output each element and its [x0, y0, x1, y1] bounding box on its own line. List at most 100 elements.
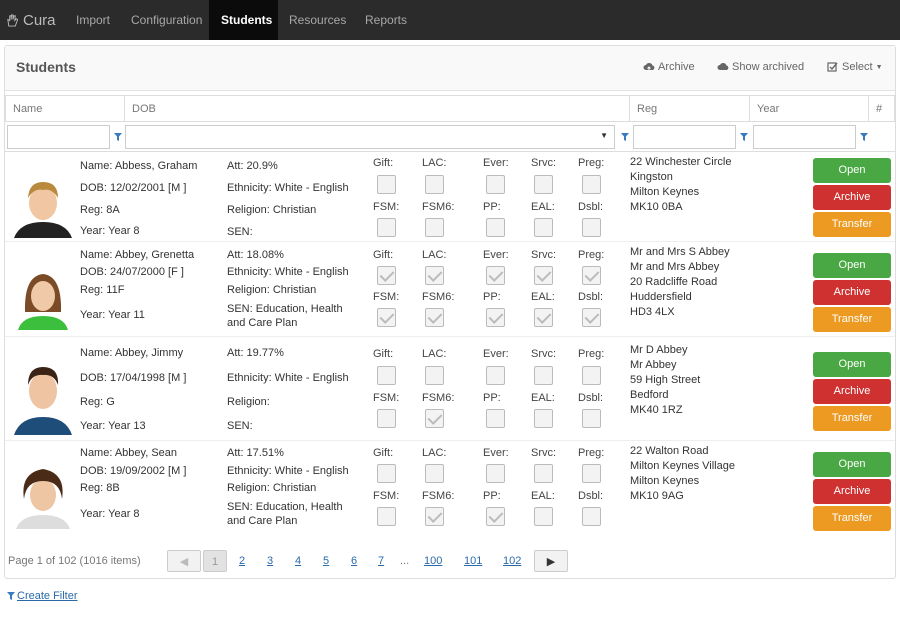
lac-checkbox[interactable] [425, 366, 444, 385]
gift-checkbox[interactable] [377, 175, 396, 194]
fsm6-checkbox[interactable] [425, 308, 444, 327]
brand-logo[interactable]: Cura [6, 0, 56, 40]
filter-icon[interactable] [740, 132, 748, 142]
srvc-checkbox[interactable] [534, 366, 553, 385]
preg-checkbox[interactable] [582, 366, 601, 385]
col-hash[interactable]: # [869, 95, 895, 122]
archive-button[interactable]: Archive [813, 185, 891, 210]
dsbl-checkbox[interactable] [582, 308, 601, 327]
archive-button[interactable]: Archive [813, 479, 891, 504]
col-name[interactable]: Name [5, 95, 125, 122]
eal-checkbox[interactable] [534, 308, 553, 327]
fsm6-checkbox[interactable] [425, 218, 444, 237]
dsbl-checkbox[interactable] [582, 507, 601, 526]
srvc-checkbox[interactable] [534, 464, 553, 483]
preg-checkbox[interactable] [582, 266, 601, 285]
page-5[interactable]: 5 [323, 550, 329, 572]
archive-button[interactable]: Archive [813, 379, 891, 404]
col-year[interactable]: Year [750, 95, 869, 122]
page-3[interactable]: 3 [267, 550, 273, 572]
next-page-button[interactable]: ▶ [534, 550, 568, 572]
page-7[interactable]: 7 [378, 550, 384, 572]
transfer-button[interactable]: Transfer [813, 307, 891, 332]
transfer-button[interactable]: Transfer [813, 406, 891, 431]
transfer-button[interactable]: Transfer [813, 506, 891, 531]
page-102[interactable]: 102 [503, 550, 521, 572]
ever-checkbox[interactable] [486, 366, 505, 385]
open-button[interactable]: Open [813, 253, 891, 278]
lac-checkbox[interactable] [425, 175, 444, 194]
nav-reports[interactable]: Reports [353, 0, 419, 40]
student-dob: DOB: 17/04/1998 [M ] [80, 372, 187, 384]
ever-checkbox[interactable] [486, 266, 505, 285]
dob-filter-select[interactable]: ▼ [125, 125, 615, 149]
filter-icon[interactable] [114, 132, 122, 142]
page-101[interactable]: 101 [464, 550, 482, 572]
archive-action[interactable]: Archive [643, 61, 695, 73]
create-filter-label: Create Filter [17, 590, 78, 602]
eal-checkbox[interactable] [534, 409, 553, 428]
filter-icon[interactable] [621, 132, 629, 142]
gift-checkbox[interactable] [377, 266, 396, 285]
preg-checkbox[interactable] [582, 464, 601, 483]
page-4[interactable]: 4 [295, 550, 301, 572]
eal-checkbox[interactable] [534, 507, 553, 526]
flag-label-ever: Ever: [483, 249, 509, 261]
name-filter-input[interactable] [7, 125, 110, 149]
nav-configuration[interactable]: Configuration [119, 0, 214, 40]
create-filter-link[interactable]: Create Filter [7, 590, 78, 602]
srvc-checkbox[interactable] [534, 175, 553, 194]
page-6[interactable]: 6 [351, 550, 357, 572]
caret-down-icon: ▼ [600, 131, 608, 140]
fsm-checkbox[interactable] [377, 218, 396, 237]
flag-label-preg: Preg: [578, 249, 605, 261]
transfer-button[interactable]: Transfer [813, 212, 891, 237]
nav-students[interactable]: Students [209, 0, 278, 40]
gift-checkbox[interactable] [377, 366, 396, 385]
hand-logo-icon [7, 13, 19, 27]
pp-checkbox[interactable] [486, 409, 505, 428]
page-1[interactable]: 1 [203, 550, 227, 572]
flag-label-ever: Ever: [483, 348, 509, 360]
page-2[interactable]: 2 [239, 550, 245, 572]
lac-checkbox[interactable] [425, 266, 444, 285]
filter-icon[interactable] [860, 132, 868, 142]
show-archived-action[interactable]: Show archived [717, 61, 804, 73]
open-button[interactable]: Open [813, 352, 891, 377]
prev-page-button[interactable]: ◀ [167, 550, 201, 572]
preg-checkbox[interactable] [582, 175, 601, 194]
reg-filter-input[interactable] [633, 125, 736, 149]
year-filter-input[interactable] [753, 125, 856, 149]
fsm6-checkbox[interactable] [425, 409, 444, 428]
open-button[interactable]: Open [813, 452, 891, 477]
pp-checkbox[interactable] [486, 507, 505, 526]
col-reg[interactable]: Reg [630, 95, 750, 122]
address-line: Milton Keynes Village [630, 460, 735, 472]
nav-resources[interactable]: Resources [277, 0, 358, 40]
nav-import[interactable]: Import [64, 0, 122, 40]
select-dropdown[interactable]: Select ▼ [827, 61, 883, 73]
flag-label-eal: EAL: [531, 201, 555, 213]
fsm6-checkbox[interactable] [425, 507, 444, 526]
address-line: MK40 1RZ [630, 404, 683, 416]
flag-label-fsm: FSM: [373, 201, 400, 213]
open-button[interactable]: Open [813, 158, 891, 183]
lac-checkbox[interactable] [425, 464, 444, 483]
fsm-checkbox[interactable] [377, 409, 396, 428]
srvc-checkbox[interactable] [534, 266, 553, 285]
gift-checkbox[interactable] [377, 464, 396, 483]
col-dob[interactable]: DOB [125, 95, 630, 122]
dsbl-checkbox[interactable] [582, 218, 601, 237]
student-dob: DOB: 24/07/2000 [F ] [80, 266, 184, 278]
eal-checkbox[interactable] [534, 218, 553, 237]
fsm-checkbox[interactable] [377, 507, 396, 526]
pp-checkbox[interactable] [486, 218, 505, 237]
page-100[interactable]: 100 [424, 550, 442, 572]
dsbl-checkbox[interactable] [582, 409, 601, 428]
student-att: Att: 17.51% [227, 447, 284, 459]
ever-checkbox[interactable] [486, 464, 505, 483]
fsm-checkbox[interactable] [377, 308, 396, 327]
ever-checkbox[interactable] [486, 175, 505, 194]
archive-button[interactable]: Archive [813, 280, 891, 305]
pp-checkbox[interactable] [486, 308, 505, 327]
